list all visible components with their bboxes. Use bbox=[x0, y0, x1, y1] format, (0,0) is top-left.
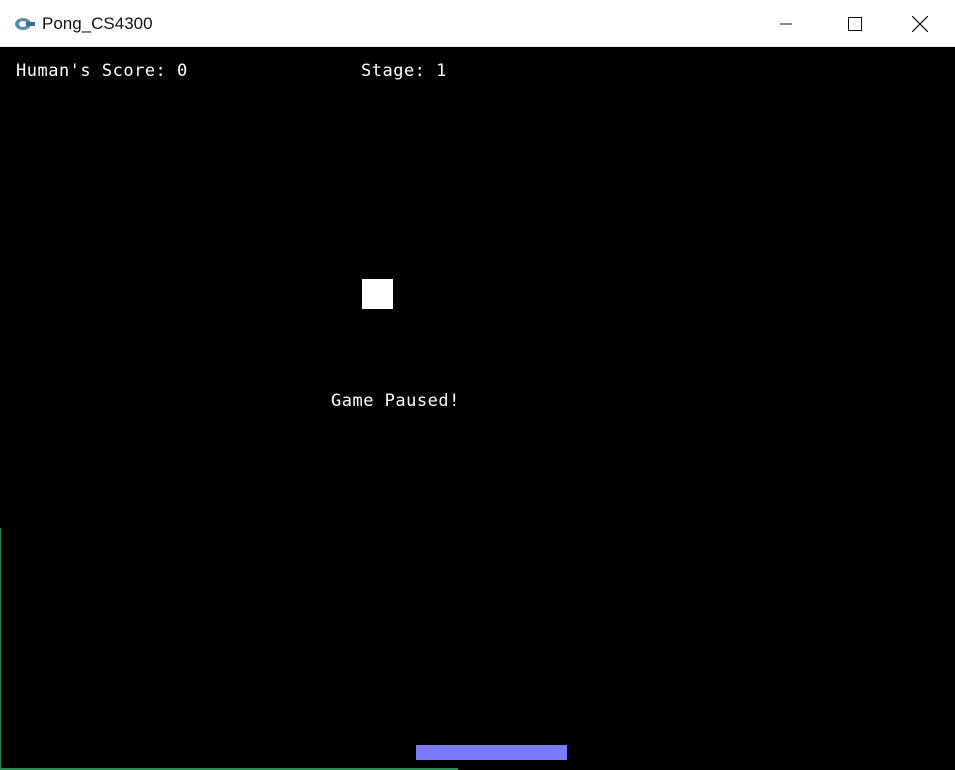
close-button[interactable] bbox=[885, 0, 955, 47]
maximize-icon bbox=[848, 16, 862, 31]
maximize-button[interactable] bbox=[820, 0, 890, 47]
score-label: Human's Score: 0 bbox=[16, 61, 188, 81]
window-left-edge bbox=[0, 528, 1, 770]
minimize-icon bbox=[780, 18, 792, 30]
pause-message: Game Paused! bbox=[331, 391, 460, 411]
close-icon bbox=[912, 15, 928, 32]
game-canvas[interactable] bbox=[0, 47, 955, 770]
player-paddle[interactable] bbox=[416, 745, 567, 760]
ball bbox=[362, 279, 393, 309]
window-title: Pong_CS4300 bbox=[42, 14, 153, 33]
app-icon bbox=[14, 16, 36, 32]
minimize-button[interactable] bbox=[751, 0, 821, 47]
stage-label: Stage: 1 bbox=[361, 61, 447, 81]
window-titlebar[interactable]: Pong_CS4300 bbox=[0, 0, 955, 47]
